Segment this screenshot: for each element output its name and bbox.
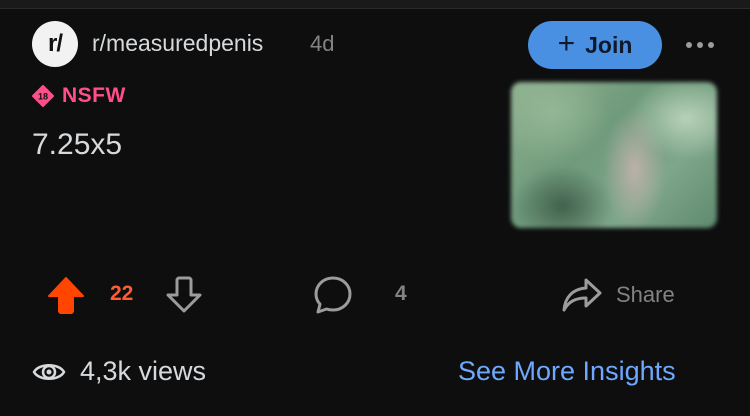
share-button[interactable]: Share — [562, 274, 702, 316]
upvote-icon[interactable] — [46, 276, 86, 314]
views-stat: 4,3k views — [32, 356, 206, 387]
plus-icon: + — [557, 26, 576, 60]
nsfw-tag: 18 NSFW — [32, 84, 126, 108]
comment-count: 4 — [395, 282, 407, 305]
post-age: 4d — [310, 31, 335, 56]
nsfw-badge-text: 18 — [38, 92, 48, 102]
join-label: Join — [585, 31, 633, 58]
vote-score: 22 — [110, 282, 134, 305]
more-options-button[interactable] — [680, 30, 720, 60]
subreddit-avatar[interactable]: r/ — [32, 21, 78, 67]
views-count: 4,3k views — [80, 356, 207, 386]
eye-icon — [32, 363, 66, 380]
post-title[interactable]: 7.25x5 — [32, 128, 122, 162]
post-thumbnail[interactable] — [511, 82, 717, 228]
subreddit-avatar-text: r/ — [47, 30, 63, 57]
share-label: Share — [616, 282, 675, 307]
nsfw-label: NSFW — [62, 84, 126, 107]
more-icon — [686, 42, 714, 48]
see-more-insights-link[interactable]: See More Insights — [458, 356, 676, 387]
comment-icon[interactable] — [313, 275, 353, 315]
nsfw-icon: 18 — [32, 85, 54, 107]
join-button[interactable]: + Join — [528, 21, 662, 69]
action-bar: 22 4 Share — [0, 268, 750, 320]
share-icon — [562, 278, 602, 312]
top-divider — [0, 0, 750, 9]
downvote-icon[interactable] — [164, 276, 204, 314]
subreddit-name[interactable]: r/measuredpenis — [92, 30, 263, 57]
